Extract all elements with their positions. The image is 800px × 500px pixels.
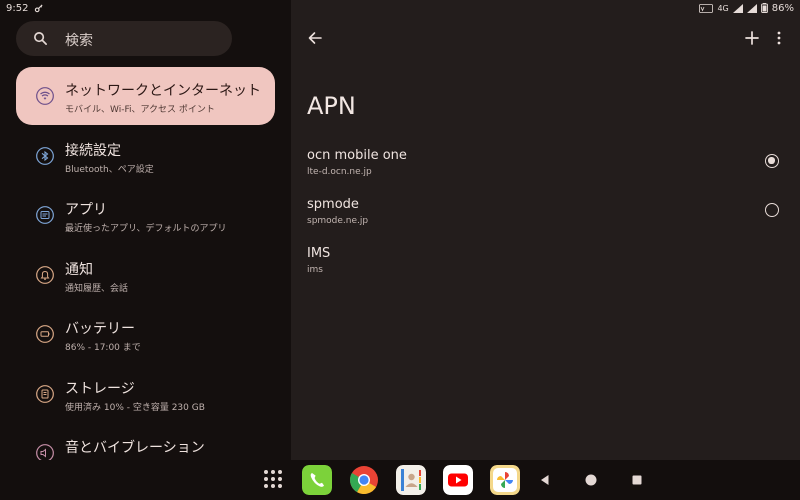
apn-panel: APN ocn mobile one lte-d.ocn.ne.jp spmod… — [291, 0, 800, 460]
apn-item[interactable]: IMS ims — [291, 246, 800, 290]
taskbar — [0, 460, 800, 500]
sidebar-item-subtitle: 通知履歴、会話 — [65, 284, 129, 294]
add-icon[interactable] — [743, 29, 761, 47]
apn-address: lte-d.ocn.ne.jp — [307, 167, 372, 177]
apn-name: IMS — [307, 246, 331, 261]
sidebar-item-network[interactable]: ネットワークとインターネット モバイル、Wi-Fi、アクセス ポイント — [16, 67, 275, 125]
battery-icon — [36, 325, 54, 343]
search-icon — [34, 32, 47, 45]
bell-icon — [36, 266, 54, 284]
contacts-icon[interactable] — [396, 465, 426, 495]
apn-address: spmode.ne.jp — [307, 216, 369, 226]
nav-recents-icon[interactable] — [630, 473, 644, 487]
back-arrow-icon[interactable] — [307, 30, 323, 46]
sidebar-item-storage[interactable]: ストレージ 使用済み 10% - 空き容量 230 GB — [16, 365, 275, 423]
sidebar-item-connections[interactable]: 接続設定 Bluetooth、ペア設定 — [16, 127, 275, 185]
app-drawer-icon[interactable] — [264, 470, 284, 490]
nav-home-icon[interactable] — [584, 473, 598, 487]
search-placeholder: 検索 — [65, 33, 93, 49]
search-bar[interactable]: 検索 — [16, 21, 232, 56]
bluetooth-icon — [36, 147, 54, 165]
signal-icon — [732, 3, 743, 13]
youtube-icon[interactable] — [443, 465, 473, 495]
sidebar-item-subtitle: Bluetooth、ペア設定 — [65, 165, 154, 175]
sidebar-item-notifications[interactable]: 通知 通知履歴、会話 — [16, 246, 275, 304]
volte-icon — [699, 3, 714, 13]
status-bar: 9:52 4G 86% — [0, 0, 800, 16]
sidebar-item-title: ネットワークとインターネット — [65, 83, 261, 99]
sidebar-item-battery[interactable]: バッテリー 86% - 17:00 まで — [16, 305, 275, 363]
chrome-icon[interactable] — [349, 465, 379, 495]
sidebar-item-subtitle: 最近使ったアプリ、デフォルトのアプリ — [65, 224, 227, 234]
battery-percent: 86% — [771, 2, 794, 14]
sidebar-item-subtitle: 86% - 17:00 まで — [65, 343, 141, 353]
status-time: 9:52 — [6, 2, 29, 14]
key-icon — [35, 3, 44, 12]
phone-icon[interactable] — [302, 465, 332, 495]
wifi-icon — [36, 87, 54, 105]
network-type: 4G — [717, 3, 729, 13]
apps-icon — [36, 206, 54, 224]
page-title: APN — [307, 92, 356, 120]
sidebar-item-title: バッテリー — [65, 321, 135, 337]
apn-radio[interactable] — [765, 154, 779, 168]
sidebar-item-title: 接続設定 — [65, 143, 121, 159]
more-vert-icon[interactable] — [775, 30, 783, 46]
apn-radio[interactable] — [765, 203, 779, 217]
apn-item[interactable]: spmode spmode.ne.jp — [291, 197, 800, 241]
nav-back-icon[interactable] — [538, 473, 552, 487]
sidebar-item-title: 通知 — [65, 262, 93, 278]
battery-status-icon — [760, 3, 768, 13]
sidebar-item-apps[interactable]: アプリ 最近使ったアプリ、デフォルトのアプリ — [16, 186, 275, 244]
settings-sidebar: 検索 ネットワークとインターネット モバイル、Wi-Fi、アクセス ポイント 接… — [0, 0, 291, 460]
apn-name: spmode — [307, 197, 359, 212]
storage-icon — [36, 385, 54, 403]
sidebar-item-title: ストレージ — [65, 381, 135, 397]
sidebar-item-sound[interactable]: 音とバイブレーション — [16, 424, 275, 460]
sidebar-item-title: アプリ — [65, 202, 107, 218]
apn-name: ocn mobile one — [307, 148, 407, 163]
sidebar-item-subtitle: モバイル、Wi-Fi、アクセス ポイント — [65, 105, 215, 115]
sidebar-item-subtitle: 使用済み 10% - 空き容量 230 GB — [65, 403, 205, 413]
apn-address: ims — [307, 265, 323, 275]
apn-item[interactable]: ocn mobile one lte-d.ocn.ne.jp — [291, 148, 800, 192]
volume-icon — [36, 444, 54, 460]
photos-icon[interactable] — [490, 465, 520, 495]
signal-2-icon — [746, 3, 757, 13]
sidebar-item-title: 音とバイブレーション — [65, 440, 205, 456]
